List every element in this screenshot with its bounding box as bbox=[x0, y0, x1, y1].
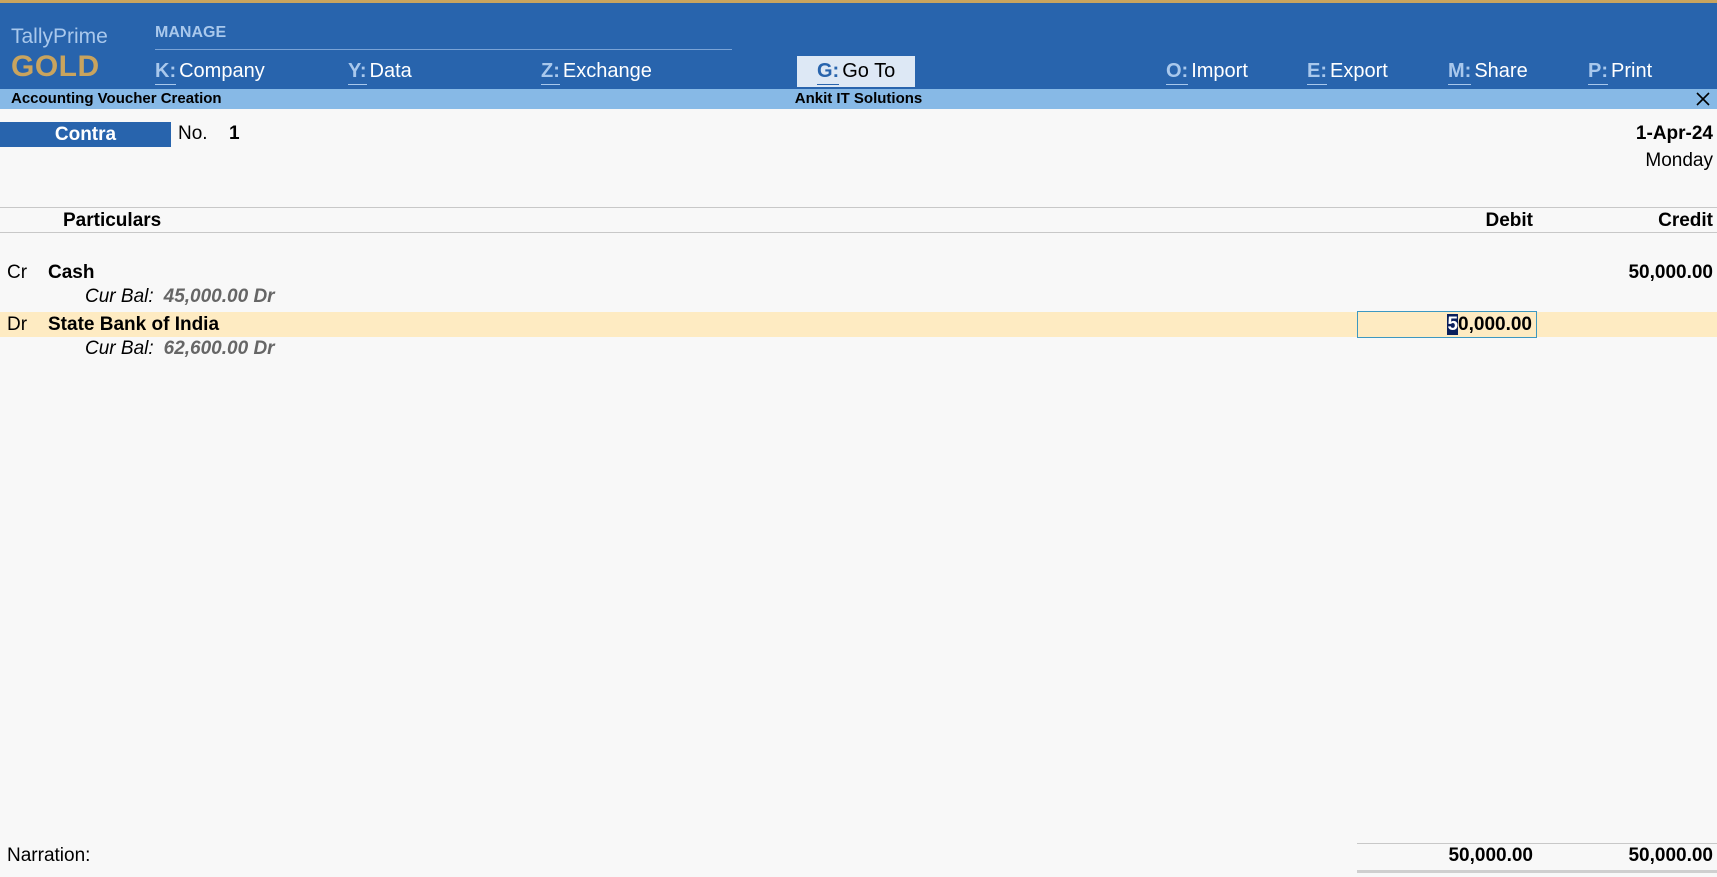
brand-edition: GOLD bbox=[11, 50, 100, 83]
menu-go-to-key: G: bbox=[817, 56, 840, 87]
menu-company-key: K: bbox=[155, 55, 177, 87]
menu-share-key: M: bbox=[1448, 55, 1472, 87]
menu-data[interactable]: Y: Data bbox=[348, 55, 412, 87]
debit-amount-rest: 0,000.00 bbox=[1458, 314, 1532, 335]
menu-import-key: O: bbox=[1166, 55, 1189, 87]
column-header-row: Particulars Debit Credit bbox=[0, 207, 1717, 233]
entry-row[interactable]: Cr Cash 50,000.00 bbox=[0, 260, 1717, 285]
entry-drcr[interactable]: Cr bbox=[7, 260, 27, 285]
menu-import-label: Import bbox=[1191, 60, 1248, 82]
voucher-day: Monday bbox=[1645, 150, 1713, 171]
cur-bal-value: 45,000.00 Dr bbox=[163, 286, 275, 307]
voucher-type[interactable]: Contra bbox=[0, 122, 171, 147]
cur-bal-value: 62,600.00 Dr bbox=[163, 338, 275, 359]
menu-import[interactable]: O: Import bbox=[1166, 55, 1248, 87]
cur-bal-label: Cur Bal: bbox=[85, 286, 154, 307]
header-debit: Debit bbox=[1485, 210, 1534, 231]
totals-underline bbox=[1357, 870, 1717, 873]
menu-data-label: Data bbox=[369, 60, 412, 82]
menu-print[interactable]: P: Print bbox=[1588, 55, 1652, 87]
entry-ledger[interactable]: Cash bbox=[48, 260, 94, 285]
header-credit: Credit bbox=[1658, 210, 1713, 231]
totals-divider bbox=[1357, 843, 1717, 844]
menu-company-label: Company bbox=[179, 60, 265, 82]
cur-bal-label: Cur Bal: bbox=[85, 338, 154, 359]
narration-label[interactable]: Narration: bbox=[7, 845, 90, 867]
menu-export[interactable]: E: Export bbox=[1307, 55, 1388, 87]
menu-share-label: Share bbox=[1474, 60, 1528, 82]
menu-company[interactable]: K: Company bbox=[155, 55, 265, 87]
entry-ledger[interactable]: State Bank of India bbox=[48, 312, 219, 337]
debit-amount-input[interactable]: 50,000.00 bbox=[1357, 311, 1537, 338]
menu-print-label: Print bbox=[1611, 60, 1653, 82]
voucher-no-label: No. bbox=[178, 123, 208, 144]
entry-current-balance: Cur Bal: 45,000.00 Dr bbox=[85, 286, 275, 308]
header-particulars: Particulars bbox=[63, 210, 162, 231]
entry-current-balance: Cur Bal: 62,600.00 Dr bbox=[85, 338, 275, 360]
top-menu-bar: TallyPrime GOLD MANAGE K: Company Y: Data … bbox=[0, 0, 1717, 89]
close-icon[interactable] bbox=[1693, 89, 1713, 109]
screen-title-bar: Accounting Voucher Creation Ankit IT Sol… bbox=[0, 89, 1717, 109]
company-name: Ankit IT Solutions bbox=[794, 90, 923, 107]
manage-divider bbox=[155, 49, 732, 50]
menu-exchange[interactable]: Z: Exchange bbox=[541, 55, 652, 87]
menu-go-to-label: Go To bbox=[842, 60, 896, 82]
entry-drcr[interactable]: Dr bbox=[7, 312, 27, 337]
menu-share[interactable]: M: Share bbox=[1448, 55, 1528, 87]
menu-go-to[interactable]: G: Go To bbox=[797, 56, 916, 87]
total-debit: 50,000.00 bbox=[1448, 845, 1533, 866]
menu-data-key: Y: bbox=[348, 55, 367, 87]
manage-section-label: MANAGE bbox=[155, 24, 227, 41]
menu-exchange-label: Exchange bbox=[562, 60, 652, 82]
menu-export-key: E: bbox=[1307, 55, 1327, 87]
menu-export-label: Export bbox=[1330, 60, 1388, 82]
entry-credit-amount[interactable]: 50,000.00 bbox=[1628, 260, 1713, 285]
menu-print-key: P: bbox=[1588, 55, 1608, 87]
total-credit: 50,000.00 bbox=[1628, 845, 1713, 866]
voucher-no-value[interactable]: 1 bbox=[229, 123, 240, 145]
menu-exchange-key: Z: bbox=[541, 55, 560, 87]
brand-name: TallyPrime bbox=[11, 25, 108, 48]
text-cursor: 5 bbox=[1447, 314, 1459, 335]
voucher-date[interactable]: 1-Apr-24 bbox=[1636, 123, 1713, 145]
entry-row-active[interactable]: Dr State Bank of India 50,000.00 bbox=[0, 311, 1717, 338]
